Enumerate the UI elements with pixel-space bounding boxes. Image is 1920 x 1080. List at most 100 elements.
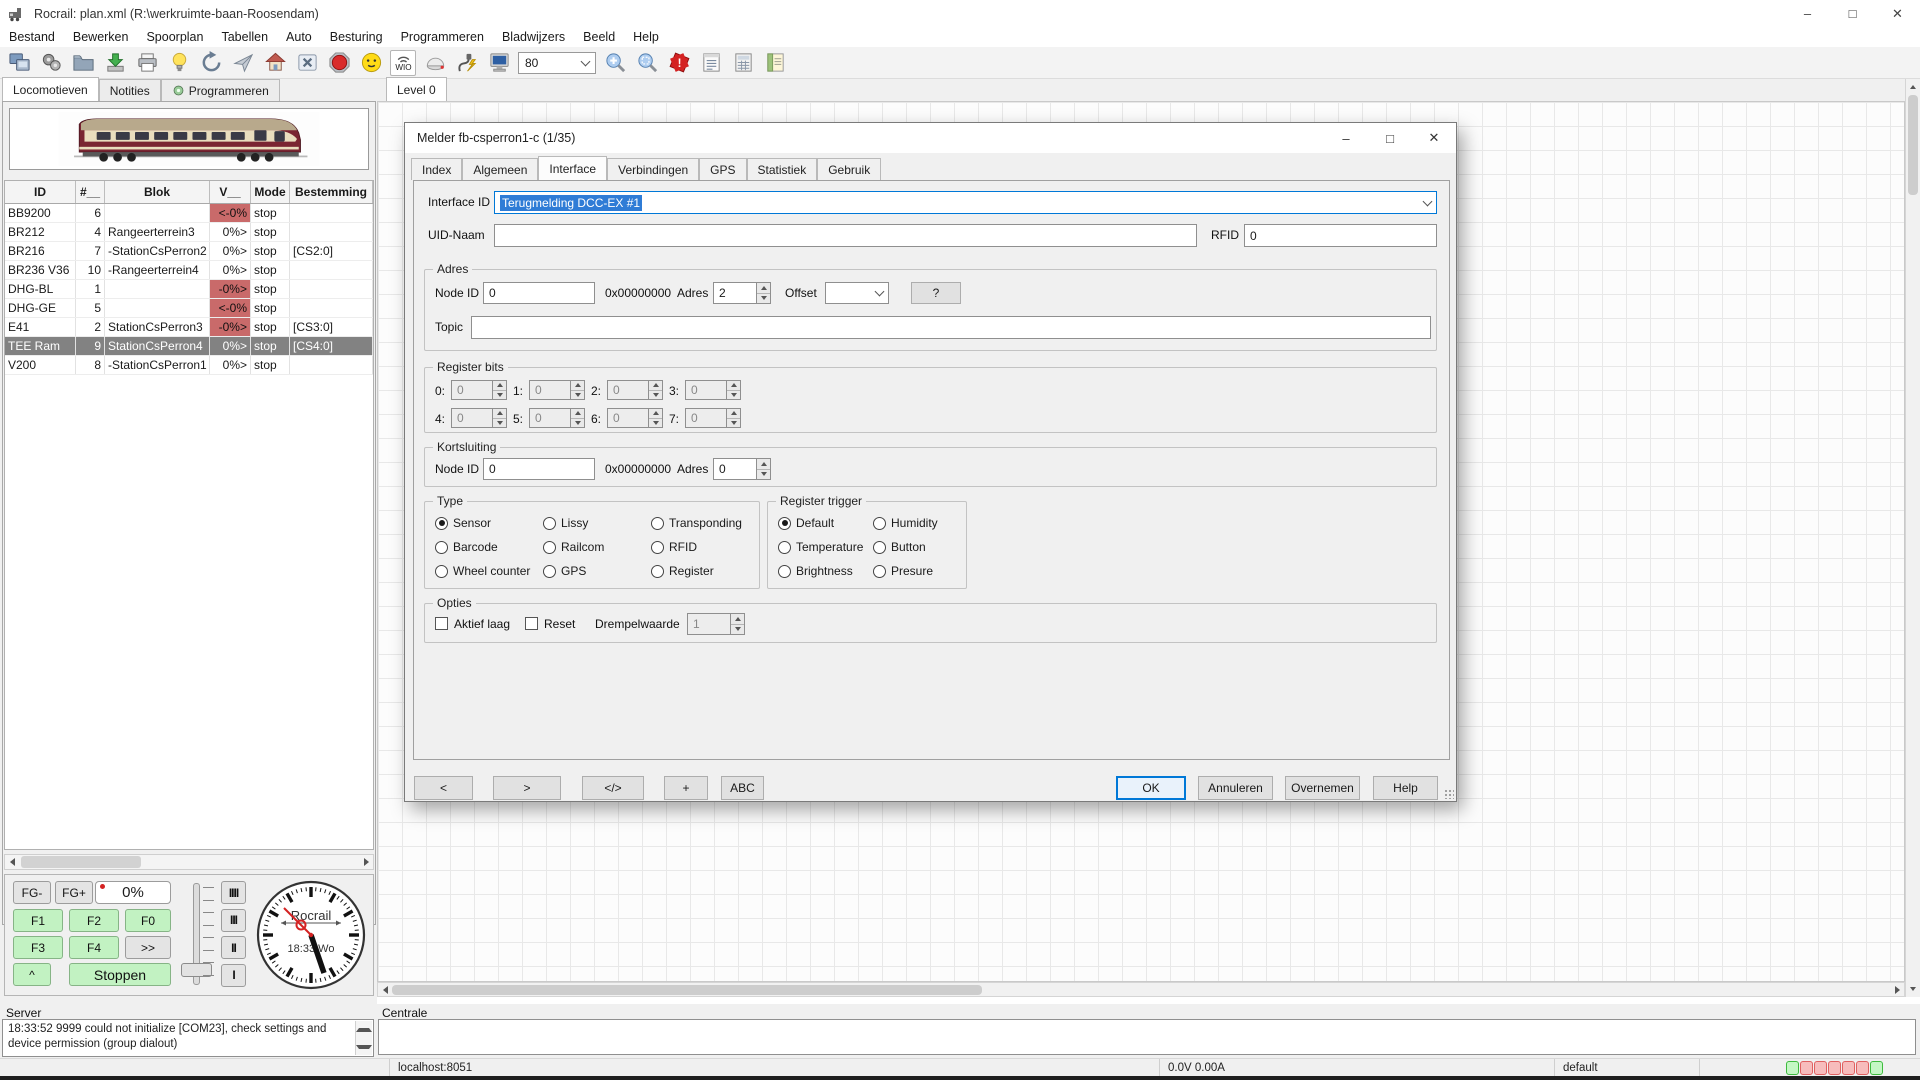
menu-bestand[interactable]: Bestand: [0, 27, 64, 47]
tab-programmeren[interactable]: Programmeren: [161, 79, 280, 101]
scroll-left-arrow[interactable]: [5, 855, 19, 869]
scroll-down-arrow[interactable]: [356, 1038, 372, 1055]
dialog-tab-index[interactable]: Index: [411, 158, 462, 180]
adres-spinner[interactable]: 2: [713, 282, 771, 304]
close-box-icon[interactable]: [294, 50, 320, 76]
plan-hscrollbar[interactable]: [377, 982, 1905, 997]
type-barcode[interactable]: Barcode: [435, 540, 498, 554]
workstation-icon[interactable]: [6, 50, 32, 76]
menu-besturing[interactable]: Besturing: [321, 27, 392, 47]
table-row[interactable]: E412StationCsPerron3-0%>stop[CS3:0]: [5, 318, 373, 337]
column-header[interactable]: Mode: [251, 181, 290, 203]
ok-button[interactable]: OK: [1116, 776, 1186, 800]
column-header[interactable]: ID: [5, 181, 76, 203]
open-folder-icon[interactable]: [70, 50, 96, 76]
table-icon[interactable]: [730, 50, 756, 76]
menu-tabellen[interactable]: Tabellen: [212, 27, 277, 47]
menu-beeld[interactable]: Beeld: [574, 27, 624, 47]
table-row[interactable]: DHG-GE5<-0%stop: [5, 299, 373, 318]
column-header[interactable]: V__: [210, 181, 251, 203]
book-icon[interactable]: [762, 50, 788, 76]
window-close-button[interactable]: ✕: [1875, 0, 1920, 27]
scroll-thumb[interactable]: [392, 985, 982, 995]
nav-button-3[interactable]: +: [664, 776, 708, 800]
speed-step-IIII[interactable]: IIII: [221, 881, 246, 904]
f3-button[interactable]: F3: [13, 936, 63, 959]
dialog-tab-algemeen[interactable]: Algemeen: [462, 158, 538, 180]
uid-naam-input[interactable]: [494, 224, 1197, 247]
save-icon[interactable]: [102, 50, 128, 76]
help-button[interactable]: Help: [1373, 776, 1438, 800]
level-tab[interactable]: Level 0: [386, 77, 447, 101]
f1-button[interactable]: F1: [13, 909, 63, 932]
nav-button-4[interactable]: ABC: [721, 776, 764, 800]
window-maximize-button[interactable]: □: [1830, 0, 1875, 27]
stop-button[interactable]: Stoppen: [69, 963, 171, 986]
menu-bladwijzers[interactable]: Bladwijzers: [493, 27, 574, 47]
dialog-resize-grip[interactable]: [1444, 789, 1454, 799]
nav-button-0[interactable]: <: [414, 776, 473, 800]
dialog-maximize-button[interactable]: □: [1368, 123, 1412, 153]
table-row[interactable]: DHG-BL1-0%>stop: [5, 280, 373, 299]
kortsluiting-node-id-input[interactable]: 0: [483, 458, 595, 480]
trigger-temperature[interactable]: Temperature: [778, 540, 863, 554]
table-row[interactable]: BR236 V3610-Rangeerterrein40%>stop: [5, 261, 373, 280]
offset-dropdown[interactable]: [825, 282, 889, 304]
refresh-icon[interactable]: [198, 50, 224, 76]
dialog-tab-gps[interactable]: GPS: [699, 158, 746, 180]
column-header[interactable]: #__: [76, 181, 105, 203]
node-id-input[interactable]: 0: [483, 282, 595, 304]
kortsluiting-adres-spinner[interactable]: 0: [713, 458, 771, 480]
home-icon[interactable]: [262, 50, 288, 76]
type-wheel-counter[interactable]: Wheel counter: [435, 564, 530, 578]
menu-auto[interactable]: Auto: [277, 27, 321, 47]
scroll-right-arrow[interactable]: [1890, 983, 1904, 997]
topic-input[interactable]: [471, 316, 1431, 339]
reset-checkbox[interactable]: [525, 617, 538, 630]
dialog-tab-interface[interactable]: Interface: [538, 156, 607, 180]
scroll-thumb[interactable]: [1908, 95, 1918, 195]
column-header[interactable]: Blok: [105, 181, 210, 203]
menu-bewerken[interactable]: Bewerken: [64, 27, 138, 47]
type-railcom[interactable]: Railcom: [543, 540, 604, 554]
lamp-icon[interactable]: [166, 50, 192, 76]
table-row[interactable]: BB92006<-0%stop: [5, 204, 373, 223]
notes-icon[interactable]: [698, 50, 724, 76]
speed-step-I[interactable]: I: [221, 964, 246, 987]
address-help-button[interactable]: ?: [911, 282, 961, 304]
interface-id-combobox[interactable]: Terugmelding DCC-EX #1: [494, 191, 1437, 214]
scroll-right-arrow[interactable]: [359, 855, 373, 869]
trigger-humidity[interactable]: Humidity: [873, 516, 938, 530]
nav-button-2[interactable]: </>: [582, 776, 644, 800]
dome-icon[interactable]: [422, 50, 448, 76]
power-smiley-icon[interactable]: [358, 50, 384, 76]
monitor-icon[interactable]: [486, 50, 512, 76]
alert-icon[interactable]: !: [666, 50, 692, 76]
tab-notities[interactable]: Notities: [99, 79, 161, 101]
f2-button[interactable]: F2: [69, 909, 119, 932]
table-row[interactable]: BR2167-StationCsPerron20%>stop[CS2:0]: [5, 242, 373, 261]
plan-vscrollbar[interactable]: [1905, 79, 1920, 997]
type-register[interactable]: Register: [651, 564, 714, 578]
server-log-scrollbar[interactable]: [355, 1021, 372, 1055]
speed-step-III[interactable]: III: [221, 909, 246, 932]
zoom-level-dropdown[interactable]: 80: [518, 52, 596, 74]
trigger-brightness[interactable]: Brightness: [778, 564, 853, 578]
f0-button[interactable]: F0: [125, 909, 171, 932]
power-plug-icon[interactable]: [454, 50, 480, 76]
more-functions-button[interactable]: >>: [125, 936, 171, 959]
column-header[interactable]: Bestemming: [290, 181, 373, 203]
menu-programmeren[interactable]: Programmeren: [392, 27, 493, 47]
fg-minus-button[interactable]: FG-: [13, 881, 51, 904]
f4-button[interactable]: F4: [69, 936, 119, 959]
fg-plus-button[interactable]: FG+: [55, 881, 93, 904]
menu-help[interactable]: Help: [624, 27, 668, 47]
zoom-in-icon[interactable]: [602, 50, 628, 76]
type-gps[interactable]: GPS: [543, 564, 586, 578]
trigger-button[interactable]: Button: [873, 540, 926, 554]
dialog-tab-gebruik[interactable]: Gebruik: [817, 158, 881, 180]
zoom-fit-icon[interactable]: [634, 50, 660, 76]
rfid-input[interactable]: 0: [1244, 224, 1437, 247]
overnemen-button[interactable]: Overnemen: [1285, 776, 1360, 800]
type-rfid[interactable]: RFID: [651, 540, 697, 554]
